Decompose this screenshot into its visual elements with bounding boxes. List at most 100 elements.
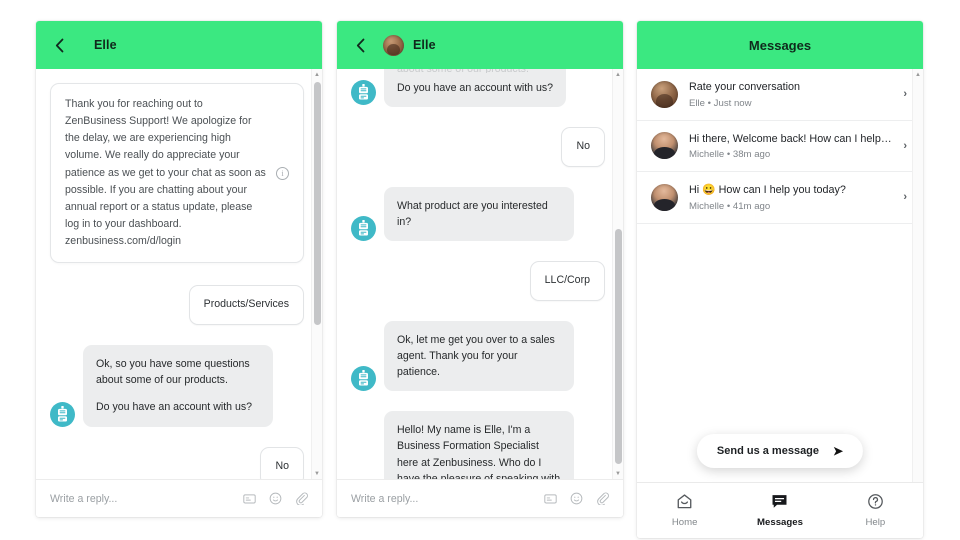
chevron-right-icon[interactable]: › [903, 191, 907, 203]
nav-item-messages[interactable]: Messages [732, 483, 827, 538]
panel1-scrollbar[interactable]: ▲ ▼ [311, 69, 322, 479]
bot-line: Ok, let me get you over to a sales agent… [397, 334, 555, 379]
scrollbar-thumb[interactable] [314, 82, 321, 325]
composer-tools [243, 492, 308, 505]
scroll-down-icon[interactable]: ▼ [312, 468, 322, 479]
attachment-icon[interactable] [295, 492, 308, 505]
emoji-icon[interactable] [269, 492, 282, 505]
back-chevron-icon[interactable] [50, 36, 68, 54]
scrollbar-thumb[interactable] [615, 229, 622, 464]
list-item-text: Rate your conversation Elle • Just now [689, 80, 892, 109]
send-pill-label: Send us a message [716, 445, 820, 457]
support-notice-card: Thank you for reaching out to ZenBusines… [50, 83, 304, 264]
attachment-icon[interactable] [596, 492, 609, 505]
bot-line: Ok, so you have some questions about som… [96, 358, 250, 387]
message-row: about some of our products. Do you have … [351, 69, 605, 108]
info-icon[interactable]: i [276, 166, 289, 180]
list-item-subtitle: Michelle • 41m ago [689, 200, 771, 212]
panel2-title: Elle [413, 38, 436, 52]
reply-input-placeholder[interactable]: Write a reply... [351, 493, 544, 505]
message-row: Ok, let me get you over to a sales agent… [351, 321, 605, 392]
panel3-title: Messages [748, 37, 812, 53]
list-item-title: Hi 😀 How can I help you today? [689, 184, 846, 197]
bot-avatar-icon [351, 216, 376, 242]
user-reply-bubble: Products/Services [188, 285, 304, 326]
list-item-subtitle: Elle • Just now [689, 97, 752, 109]
conversation-list-body: Rate your conversation Elle • Just now ›… [637, 69, 923, 482]
message-row: No [50, 446, 304, 479]
message-row: Hello! My name is Elle, I'm a Business F… [351, 411, 605, 479]
send-arrow-icon: ➤ [833, 444, 844, 458]
header-avatar [383, 34, 404, 56]
nav-item-help[interactable]: Help [828, 483, 923, 538]
panel2-composer[interactable]: Write a reply... [337, 479, 623, 517]
gif-icon[interactable] [243, 492, 256, 505]
conversation-list[interactable]: Rate your conversation Elle • Just now ›… [637, 69, 923, 482]
bot-line: What product are you interested in? [397, 199, 548, 229]
agent-bubble: Hello! My name is Elle, I'm a Business F… [384, 411, 574, 479]
screenshot-root: Elle Thank you for reaching out to ZenBu… [0, 0, 960, 540]
panel2-chat-body: about some of our products. Do you have … [337, 69, 623, 479]
send-us-a-message-button[interactable]: Send us a message ➤ [696, 434, 864, 468]
message-row: Ok, so you have some questions about som… [50, 345, 304, 427]
agent-line: Hello! My name is Elle, I'm a Business F… [397, 424, 561, 479]
emoji-icon[interactable] [570, 492, 583, 505]
list-item[interactable]: Rate your conversation Elle • Just now › [637, 69, 923, 121]
scroll-up-icon[interactable]: ▲ [312, 69, 322, 80]
bot-avatar-icon [351, 80, 376, 106]
messages-panel-3: Messages Rate your conversation Elle • J… [637, 21, 923, 538]
gif-icon[interactable] [544, 492, 557, 505]
message-row: LLC/Corp [351, 261, 605, 302]
bot-bubble: about some of our products. Do you have … [384, 69, 567, 108]
message-row: Thank you for reaching out to ZenBusines… [50, 83, 304, 264]
list-item-title: Hi there, Welcome back! How can I help y… [689, 132, 893, 145]
nav-item-home[interactable]: Home [637, 483, 732, 538]
composer-tools [544, 492, 609, 505]
list-item[interactable]: Hi 😀 How can I help you today? Michelle … [637, 172, 923, 224]
panel1-composer[interactable]: Write a reply... [36, 479, 322, 517]
scroll-down-icon[interactable]: ▼ [613, 468, 623, 479]
panel1-header: Elle [36, 21, 322, 69]
messages-icon [771, 493, 788, 510]
clipped-line: about some of our products. [397, 69, 553, 73]
chevron-right-icon[interactable]: › [903, 140, 907, 152]
message-row: Products/Services [50, 285, 304, 326]
user-reply-bubble: LLC/Corp [529, 261, 605, 302]
bot-bubble: Ok, let me get you over to a sales agent… [384, 321, 574, 392]
panel1-message-scroll[interactable]: Thank you for reaching out to ZenBusines… [36, 69, 322, 479]
bot-line: Do you have an account with us? [96, 401, 253, 414]
nav-label: Messages [757, 517, 803, 528]
list-item-title: Rate your conversation [689, 81, 801, 93]
panel2-message-scroll[interactable]: about some of our products. Do you have … [337, 69, 623, 479]
help-icon [867, 493, 884, 510]
reply-input-placeholder[interactable]: Write a reply... [50, 493, 243, 505]
scroll-up-icon[interactable]: ▲ [613, 69, 623, 80]
scroll-up-icon[interactable]: ▲ [913, 69, 923, 80]
bot-avatar-icon [50, 401, 75, 427]
panel2-header: Elle [337, 21, 623, 69]
chevron-right-icon[interactable]: › [903, 88, 907, 100]
user-reply-bubble: No [561, 127, 605, 167]
list-item-subtitle: Michelle • 38m ago [689, 149, 771, 161]
nav-label: Help [865, 517, 886, 528]
panel2-scrollbar[interactable]: ▲ ▼ [612, 69, 623, 479]
bot-line: Do you have an account with us? [397, 82, 554, 94]
list-item-text: Hi there, Welcome back! How can I help y… [689, 132, 892, 161]
chat-panel-1: Elle Thank you for reaching out to ZenBu… [36, 21, 322, 517]
chat-panel-2: Elle Do you have an account with us? No … [337, 21, 623, 517]
bot-bubble: Ok, so you have some questions about som… [83, 345, 273, 427]
avatar [651, 132, 678, 160]
back-chevron-icon[interactable] [351, 36, 369, 54]
message-row: What product are you interested in? [351, 186, 605, 242]
bot-bubble: What product are you interested in? [384, 186, 574, 242]
home-icon [676, 493, 693, 510]
nav-label: Home [671, 517, 698, 528]
panel3-scrollbar[interactable]: ▲ [912, 69, 923, 482]
bottom-navigation: Home Messages Help [637, 482, 923, 538]
message-row: No [351, 127, 605, 167]
avatar [651, 80, 678, 108]
support-notice-text: Thank you for reaching out to ZenBusines… [65, 98, 266, 248]
bot-avatar-icon [351, 366, 376, 392]
user-reply-bubble: No [260, 446, 304, 479]
list-item[interactable]: Hi there, Welcome back! How can I help y… [637, 121, 923, 173]
